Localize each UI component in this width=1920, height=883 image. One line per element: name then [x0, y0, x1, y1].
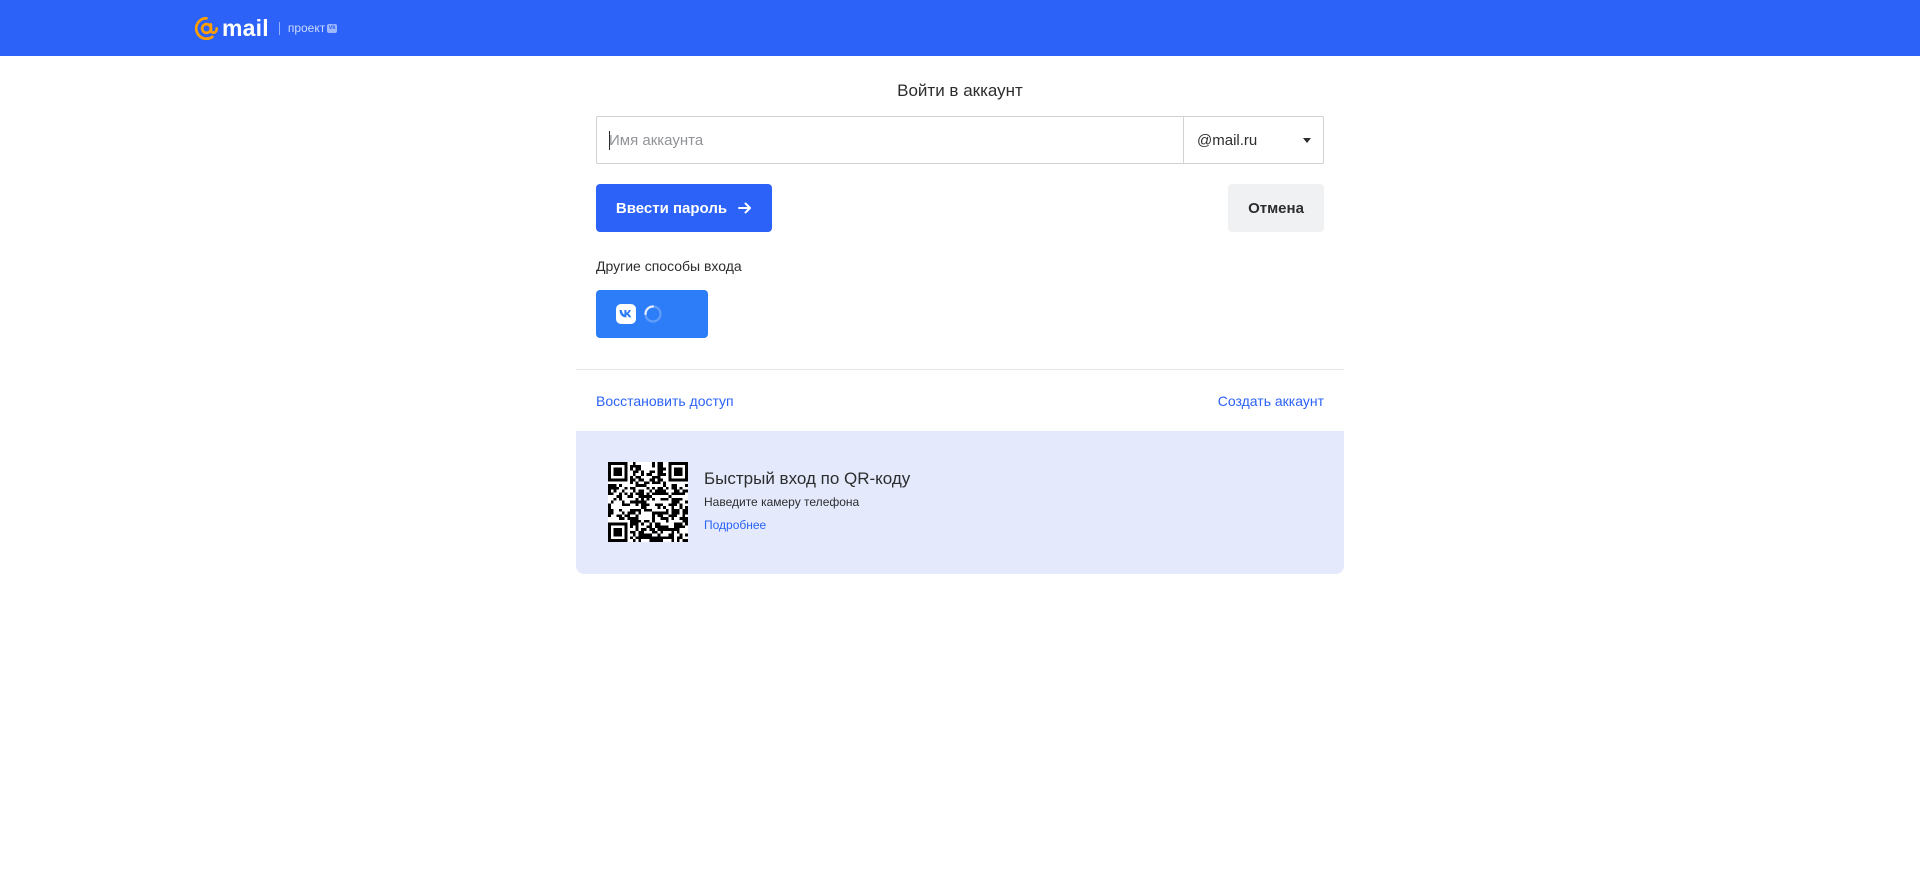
- cancel-label: Отмена: [1248, 199, 1304, 217]
- divider: [576, 369, 1344, 370]
- logo-separator: [278, 21, 280, 35]
- logo-wordmark: mail: [222, 14, 269, 41]
- domain-selected-value: @mail.ru: [1197, 131, 1258, 149]
- spinner-icon: [644, 305, 662, 323]
- account-field-group: @mail.ru: [596, 116, 1324, 164]
- at-sign-icon: [194, 16, 219, 40]
- mail-logo[interactable]: mail проект vk: [194, 13, 338, 43]
- create-account-link[interactable]: Создать аккаунт: [1218, 392, 1324, 410]
- qr-title: Быстрый вход по QR-коду: [704, 469, 911, 488]
- other-methods-label: Другие способы входа: [596, 258, 742, 274]
- dropdown-arrow-icon: [1303, 137, 1311, 143]
- cancel-button[interactable]: Отмена: [1228, 184, 1324, 232]
- vk-icon: [616, 304, 636, 324]
- arrow-right-icon: [738, 202, 752, 214]
- vk-small-icon: vk: [327, 23, 338, 33]
- qr-subtitle: Наведите камеру телефона: [704, 495, 860, 509]
- enter-password-button[interactable]: Ввести пароль: [596, 184, 772, 232]
- qr-login-panel: Быстрый вход по QR-коду Наведите камеру …: [576, 431, 1344, 574]
- account-name-input[interactable]: [597, 117, 1183, 163]
- project-label: проект: [287, 21, 326, 35]
- domain-select[interactable]: @mail.ru: [1183, 117, 1323, 163]
- top-bar: mail проект vk: [0, 0, 1920, 56]
- page-title: Войти в аккаунт: [897, 81, 1023, 100]
- login-card: Войти в аккаунт @mail.ru Ввести пароль О…: [576, 56, 1344, 576]
- text-caret: [609, 131, 610, 150]
- qr-code-image: [608, 462, 688, 542]
- vk-login-button[interactable]: [596, 290, 708, 338]
- restore-access-link[interactable]: Восстановить доступ: [596, 392, 734, 410]
- qr-more-link[interactable]: Подробнее: [704, 517, 766, 533]
- enter-password-label: Ввести пароль: [615, 199, 728, 217]
